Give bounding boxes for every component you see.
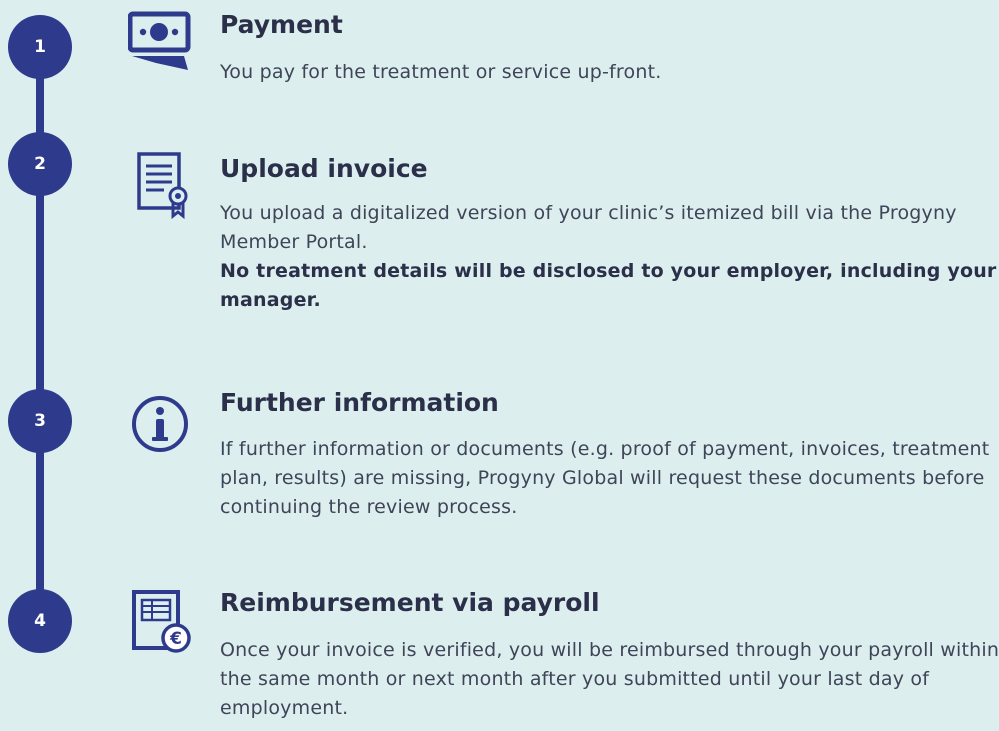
invoice-certificate-icon xyxy=(137,152,188,220)
step-number-4: 4 xyxy=(8,589,72,653)
step-title: Reimbursement via payroll xyxy=(220,588,600,617)
money-icon xyxy=(128,11,191,70)
step-number-label: 4 xyxy=(34,611,46,631)
step-number-label: 2 xyxy=(34,154,46,174)
step-body-text: If further information or documents (e.g… xyxy=(220,438,990,518)
timeline-line xyxy=(36,40,44,630)
step-description: You pay for the treatment or service up-… xyxy=(220,58,999,87)
step-body-text: Once your invoice is verified, you will … xyxy=(220,639,999,719)
step-number-2: 2 xyxy=(8,132,72,196)
step-description: If further information or documents (e.g… xyxy=(220,435,999,522)
step-title: Upload invoice xyxy=(220,154,428,183)
step-body-text: You pay for the treatment or service up-… xyxy=(220,61,662,83)
privacy-note: No treatment details will be disclosed t… xyxy=(220,260,997,311)
step-number-label: 1 xyxy=(34,37,46,57)
step-body-text: You upload a digitalized version of your… xyxy=(220,202,957,253)
step-number-3: 3 xyxy=(8,389,72,453)
step-title: Further information xyxy=(220,388,499,417)
step-title: Payment xyxy=(220,10,343,39)
info-icon xyxy=(132,396,188,452)
svg-text:€: € xyxy=(169,629,182,649)
step-description: You upload a digitalized version of your… xyxy=(220,199,999,315)
step-number-label: 3 xyxy=(34,411,46,431)
euro-invoice-icon: € xyxy=(132,590,191,653)
step-description: Once your invoice is verified, you will … xyxy=(220,636,999,723)
step-number-1: 1 xyxy=(8,15,72,79)
reimbursement-process-diagram: 1 Payment You pay for the treatment or s… xyxy=(0,0,999,731)
